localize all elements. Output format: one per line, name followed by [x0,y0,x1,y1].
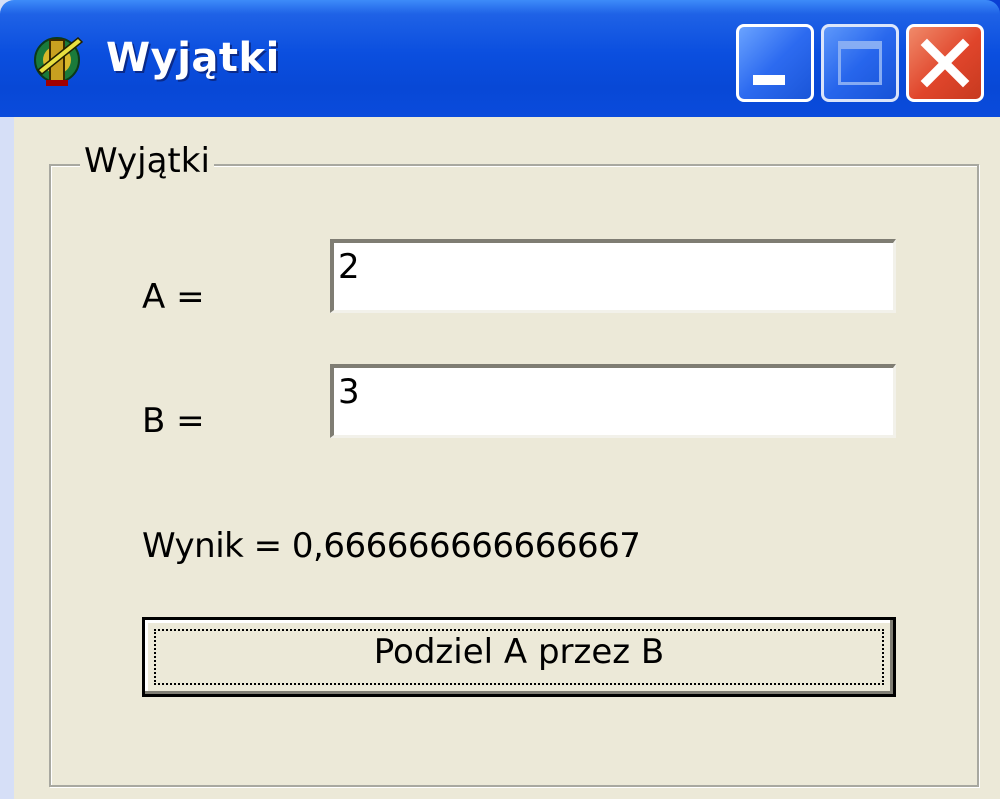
window-left-edge [0,0,14,799]
label-b: B = [142,401,205,441]
input-b[interactable]: 3 [330,364,896,438]
close-button[interactable] [906,24,984,102]
divide-button-label: Podziel A przez B [373,632,665,672]
label-a: A = [142,277,205,317]
result-label: Wynik = 0,666666666666667 [142,526,641,566]
close-icon [920,38,970,88]
divide-button[interactable]: Podziel A przez B [142,617,896,697]
maximize-button[interactable] [821,24,899,102]
app-window: Wyjątki Wyjątki A = 2 B = 3 Wynik = 0,66… [0,0,1000,799]
minimize-icon [753,75,785,85]
minimize-button[interactable] [736,24,814,102]
delphi-app-icon [34,36,84,86]
group-box-caption: Wyjątki [80,141,214,182]
title-bar[interactable]: Wyjątki [0,0,1000,117]
window-title: Wyjątki [106,35,280,81]
maximize-icon [838,41,882,85]
input-a[interactable]: 2 [330,239,896,313]
client-area: Wyjątki A = 2 B = 3 Wynik = 0,6666666666… [14,117,1000,799]
